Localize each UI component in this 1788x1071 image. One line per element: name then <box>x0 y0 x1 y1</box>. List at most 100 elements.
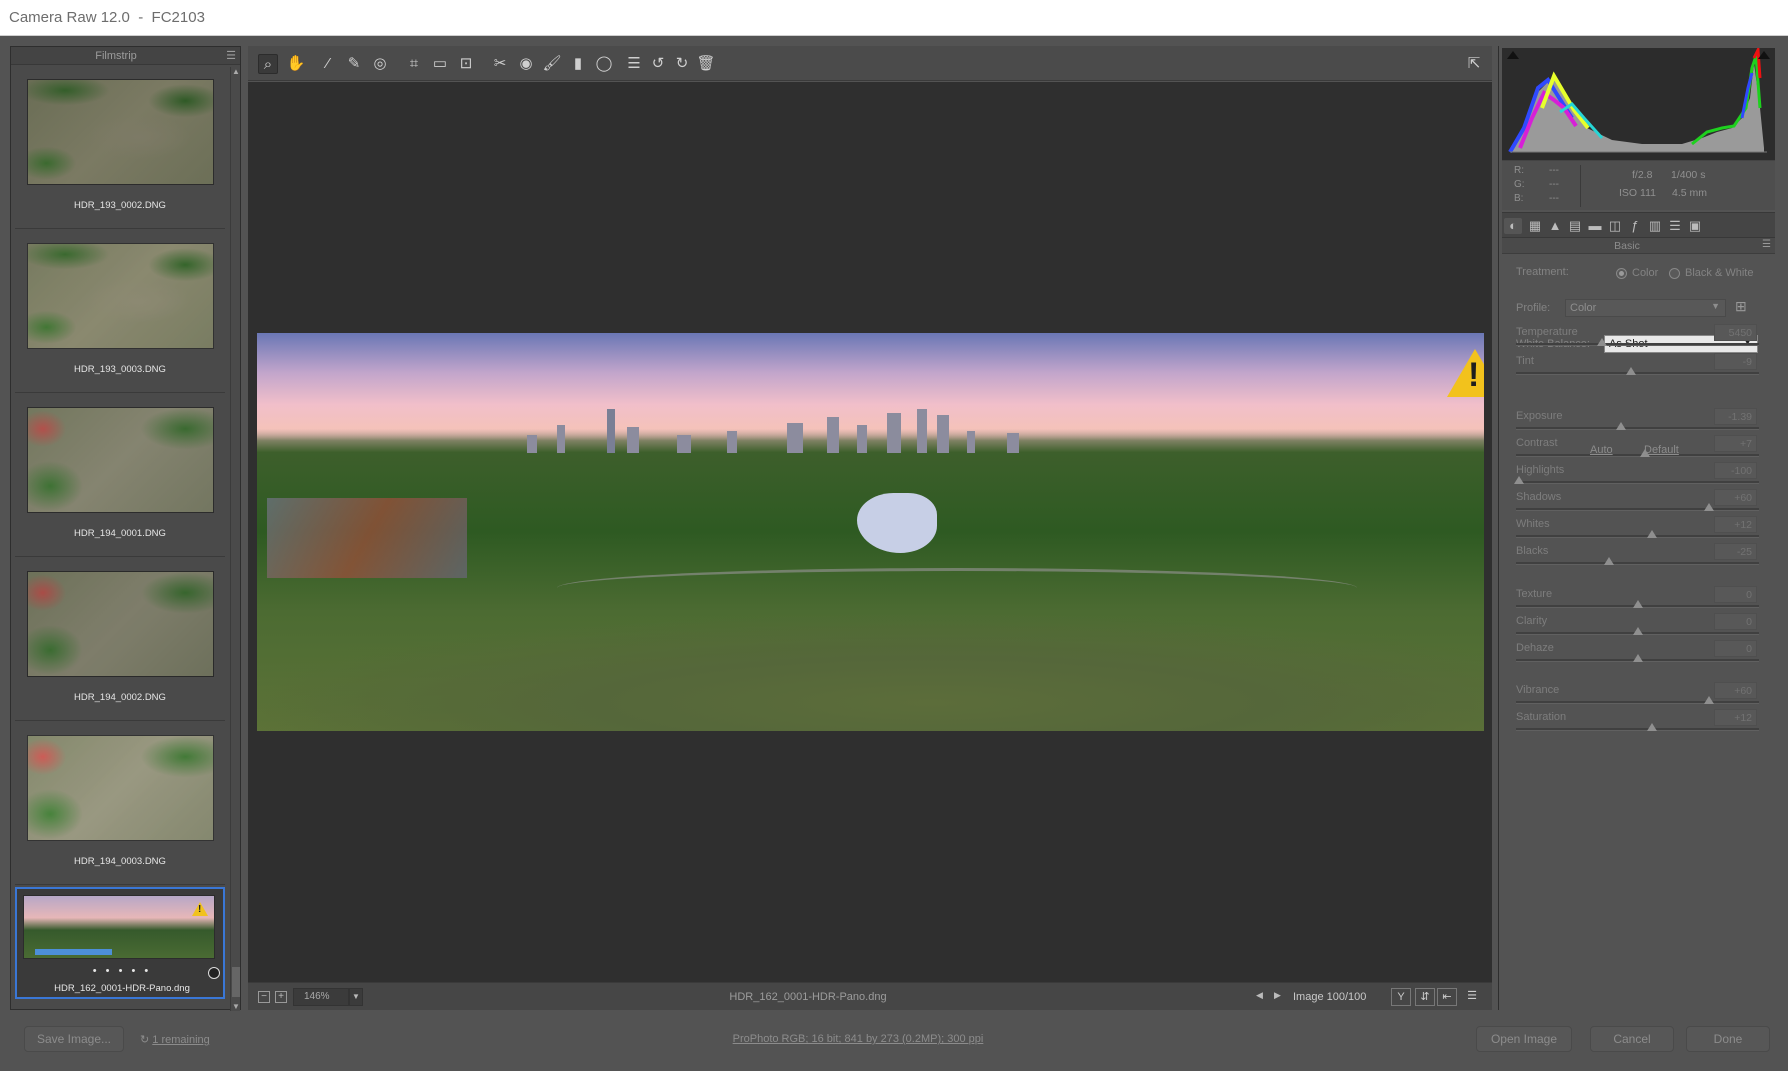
slider-value-shadows[interactable]: +60 <box>1714 489 1757 506</box>
targeted-adjustment-icon[interactable]: ◎ <box>370 54 390 74</box>
red-eye-icon[interactable]: ◉ <box>516 54 536 74</box>
slider-value-tint[interactable]: -9 <box>1714 353 1757 370</box>
tab-snapshots-icon[interactable]: ▣ <box>1686 218 1704 234</box>
crop-icon[interactable]: ⌗ <box>404 54 424 74</box>
tab-basic-icon[interactable]: ◐ <box>1504 218 1522 234</box>
slider-knob[interactable] <box>1633 600 1643 608</box>
filmstrip-item[interactable]: HDR_194_0002.DNG <box>15 559 225 721</box>
scroll-down-icon[interactable]: ▼ <box>231 1002 241 1011</box>
spot-removal-icon[interactable]: ✂ <box>490 54 510 74</box>
treatment-bw-radio[interactable] <box>1669 268 1680 279</box>
slider-track-whites[interactable] <box>1516 530 1759 538</box>
slider-value-clarity[interactable]: 0 <box>1714 613 1757 630</box>
open-image-button[interactable]: Open Image <box>1476 1026 1572 1052</box>
image-preview-area[interactable] <box>248 82 1492 982</box>
tab-detail-icon[interactable]: ▲ <box>1546 218 1564 234</box>
next-image-icon[interactable]: ▶ <box>1274 990 1281 1001</box>
warning-triangle-icon[interactable] <box>1447 349 1484 397</box>
scroll-up-icon[interactable]: ▲ <box>231 67 241 76</box>
filmstrip-thumbnail[interactable] <box>27 407 214 513</box>
slider-value-dehaze[interactable]: 0 <box>1714 640 1757 657</box>
white-balance-icon[interactable]: ⁄ <box>318 54 338 74</box>
slider-track-saturation[interactable] <box>1516 723 1759 731</box>
adjustment-brush-icon[interactable]: 🖌 <box>542 54 562 74</box>
filmstrip-thumbnail[interactable] <box>27 735 214 841</box>
section-menu-icon[interactable]: ☰ <box>1762 239 1771 250</box>
slider-track-highlights[interactable] <box>1514 476 1759 484</box>
filmstrip-item[interactable]: HDR_193_0003.DNG <box>15 231 225 393</box>
tab-lens-icon[interactable]: ◫ <box>1606 218 1624 234</box>
trash-icon[interactable]: 🗑 <box>696 54 716 74</box>
auto-link[interactable]: Auto <box>1590 444 1613 456</box>
preferences-icon[interactable]: ☰ <box>624 54 644 74</box>
toggle-settings-icon[interactable]: ☰ <box>1462 988 1482 1006</box>
transform-icon[interactable]: ⊡ <box>456 54 476 74</box>
slider-value-exposure[interactable]: -1.39 <box>1714 408 1757 425</box>
rotate-right-icon[interactable]: ↻ <box>672 54 692 74</box>
slider-track-temperature[interactable] <box>1516 338 1759 346</box>
rotate-left-icon[interactable]: ↺ <box>648 54 668 74</box>
before-after-view-icon[interactable]: Y <box>1391 988 1411 1006</box>
slider-track-tint[interactable] <box>1516 367 1759 375</box>
filmstrip-thumbnail[interactable] <box>27 79 214 185</box>
shadow-clipping-warning-icon[interactable] <box>1507 51 1519 59</box>
slider-value-highlights[interactable]: -100 <box>1714 462 1757 479</box>
zoom-tool-icon[interactable]: ⌕ <box>258 54 278 74</box>
scrollbar-thumb[interactable] <box>232 967 240 997</box>
workflow-options-link[interactable]: ProPhoto RGB; 16 bit; 841 by 273 (0.2MP)… <box>0 1033 1716 1045</box>
tab-split-toning-icon[interactable]: ▬ <box>1586 218 1604 234</box>
filmstrip-menu-icon[interactable]: ☰ <box>226 49 236 62</box>
filmstrip-thumbnail[interactable] <box>27 571 214 677</box>
slider-track-vibrance[interactable] <box>1516 696 1759 704</box>
slider-value-whites[interactable]: +12 <box>1714 516 1757 533</box>
color-sampler-icon[interactable]: ✎ <box>344 54 364 74</box>
slider-value-temperature[interactable]: 5450 <box>1714 324 1757 341</box>
slider-value-saturation[interactable]: +12 <box>1714 709 1757 726</box>
graduated-filter-icon[interactable]: ▮ <box>568 54 588 74</box>
copy-settings-icon[interactable]: ⇤ <box>1437 988 1457 1006</box>
slider-knob[interactable] <box>1633 654 1643 662</box>
slider-knob[interactable] <box>1704 503 1715 511</box>
straighten-icon[interactable]: ▭ <box>430 54 450 74</box>
tab-calibration-icon[interactable]: ▥ <box>1646 218 1664 234</box>
slider-knob[interactable] <box>1604 557 1615 565</box>
done-button[interactable]: Done <box>1686 1026 1770 1052</box>
slider-knob[interactable] <box>1616 422 1627 430</box>
filmstrip-item[interactable]: HDR_193_0002.DNG <box>15 67 225 229</box>
slider-track-shadows[interactable] <box>1516 503 1759 511</box>
slider-track-contrast[interactable] <box>1516 449 1759 457</box>
treatment-color-radio[interactable] <box>1616 268 1627 279</box>
slider-track-exposure[interactable] <box>1516 422 1759 430</box>
slider-knob[interactable] <box>1597 338 1608 346</box>
slider-value-blacks[interactable]: -25 <box>1714 543 1757 560</box>
filmstrip-item-selected[interactable]: • • • • • HDR_162_0001-HDR-Pano.dng <box>15 887 225 999</box>
swap-settings-icon[interactable]: ⇵ <box>1415 988 1435 1006</box>
preview-image[interactable] <box>257 333 1484 731</box>
profile-browser-icon[interactable]: ⊞ <box>1735 298 1747 315</box>
filmstrip-thumbnail[interactable] <box>27 243 214 349</box>
slider-track-blacks[interactable] <box>1516 557 1759 565</box>
filmstrip-item[interactable]: HDR_194_0003.DNG <box>15 723 225 885</box>
slider-knob[interactable] <box>1704 696 1715 704</box>
fullscreen-icon[interactable]: ⇱ <box>1464 54 1484 74</box>
slider-value-texture[interactable]: 0 <box>1714 586 1757 603</box>
slider-knob[interactable] <box>1647 530 1658 538</box>
default-link[interactable]: Default <box>1644 444 1679 456</box>
slider-knob[interactable] <box>1514 476 1524 484</box>
previous-image-icon[interactable]: ◀ <box>1256 990 1263 1001</box>
tab-hsl-icon[interactable]: ▤ <box>1566 218 1584 234</box>
tab-presets-icon[interactable]: ☰ <box>1666 218 1684 234</box>
slider-knob[interactable] <box>1647 723 1658 731</box>
slider-value-contrast[interactable]: +7 <box>1714 435 1757 452</box>
tab-effects-icon[interactable]: ƒ <box>1626 218 1644 234</box>
filmstrip-item[interactable]: HDR_194_0001.DNG <box>15 395 225 557</box>
cancel-button[interactable]: Cancel <box>1590 1026 1674 1052</box>
slider-knob[interactable] <box>1633 627 1643 635</box>
slider-track-dehaze[interactable] <box>1516 654 1759 662</box>
radial-filter-icon[interactable]: ◯ <box>594 54 614 74</box>
tab-tone-curve-icon[interactable]: ▦ <box>1526 218 1544 234</box>
slider-value-vibrance[interactable]: +60 <box>1714 682 1757 699</box>
profile-select[interactable]: Color ▼ <box>1565 299 1726 317</box>
hand-tool-icon[interactable]: ✋ <box>286 54 306 74</box>
slider-track-texture[interactable] <box>1516 600 1759 608</box>
